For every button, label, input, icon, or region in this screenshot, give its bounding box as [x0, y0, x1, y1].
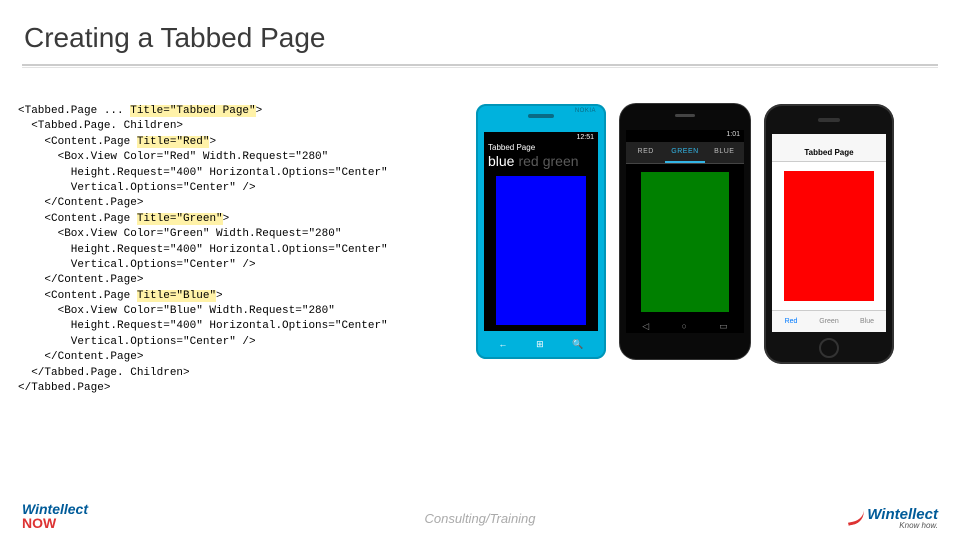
- wp-tab-red[interactable]: red: [518, 153, 538, 169]
- android-content-area: [626, 164, 744, 319]
- code-line: <Box.View Color="Blue" Width.Request="28…: [18, 305, 335, 317]
- slide-title-area: Creating a Tabbed Page: [0, 0, 960, 58]
- android-status-bar: 1:01: [626, 130, 744, 142]
- iphone-tab-red[interactable]: Red: [772, 311, 810, 332]
- code-highlight: Title="Green": [137, 213, 223, 225]
- wp-tab-blue[interactable]: blue: [488, 153, 514, 169]
- iphone-screen: Tabbed Page Red Green Blue: [772, 134, 886, 332]
- code-highlight: Title="Tabbed Page": [130, 105, 255, 117]
- code-line: Vertical.Options="Center" />: [18, 259, 256, 271]
- code-line: >: [209, 136, 216, 148]
- code-line: >: [256, 105, 263, 117]
- iphone-tab-blue[interactable]: Blue: [848, 311, 886, 332]
- phone-speaker: [528, 114, 554, 118]
- android-recent-icon[interactable]: ▭: [719, 321, 728, 332]
- wp-home-icon[interactable]: ⊞: [536, 339, 544, 350]
- code-block: <Tabbed.Page ... Title="Tabbed Page"> <T…: [18, 104, 458, 396]
- android-back-icon[interactable]: ◁: [642, 321, 649, 332]
- phone-screenshots: NOKIA 12:51 Tabbed Page bluered green ← ⊞…: [476, 104, 942, 364]
- android-tab-green[interactable]: GREEN: [665, 142, 704, 163]
- android-nav-bar: ◁ ○ ▭: [626, 319, 744, 333]
- code-line: </Tabbed.Page. Children>: [18, 367, 190, 379]
- footer-tagline: Consulting/Training: [424, 511, 535, 526]
- iphone-nav-title: Tabbed Page: [772, 144, 886, 162]
- code-line: <Content.Page: [18, 290, 137, 302]
- iphone-home-button[interactable]: [819, 338, 839, 358]
- iphone-mockup: Tabbed Page Red Green Blue: [764, 104, 894, 364]
- logo-text-wintellect: Wintellect: [22, 502, 88, 516]
- iphone-status-bar: [772, 134, 886, 144]
- wp-pivot-tabs: bluered green: [484, 152, 598, 171]
- phone-speaker: [675, 114, 695, 117]
- wp-nav-bar: ← ⊞ 🔍: [484, 337, 598, 351]
- wp-back-icon[interactable]: ←: [498, 339, 507, 349]
- android-home-icon[interactable]: ○: [681, 321, 686, 331]
- wp-page-title: Tabbed Page: [484, 141, 598, 152]
- iphone-tab-green[interactable]: Green: [810, 311, 848, 332]
- code-line: <Content.Page: [18, 213, 137, 225]
- phone-brand: NOKIA: [575, 108, 596, 114]
- code-line: <Box.View Color="Green" Width.Request="2…: [18, 228, 341, 240]
- phone-speaker: [818, 118, 840, 122]
- android-phone-mockup: 1:01 RED GREEN BLUE ◁ ○ ▭: [620, 104, 750, 359]
- code-line: >: [223, 213, 230, 225]
- android-tab-blue[interactable]: BLUE: [705, 142, 744, 163]
- code-line: Height.Request="400" Horizontal.Options=…: [18, 320, 388, 332]
- code-line: >: [216, 290, 223, 302]
- code-line: </Content.Page>: [18, 197, 143, 209]
- code-line: <Tabbed.Page ...: [18, 105, 130, 117]
- code-line: <Box.View Color="Red" Width.Request="280…: [18, 151, 328, 163]
- code-highlight: Title="Red": [137, 136, 210, 148]
- wintellect-logo: Wintellect Know how.: [847, 507, 938, 530]
- slide-title: Creating a Tabbed Page: [24, 22, 960, 54]
- wp-screen: 12:51 Tabbed Page bluered green: [484, 132, 598, 331]
- code-line: Vertical.Options="Center" />: [18, 182, 256, 194]
- logo-text-now: NOW: [22, 516, 88, 530]
- android-screen: 1:01 RED GREEN BLUE ◁ ○ ▭: [626, 130, 744, 333]
- android-content-boxview-green: [641, 172, 729, 312]
- code-line: Height.Request="400" Horizontal.Options=…: [18, 244, 388, 256]
- code-line: Vertical.Options="Center" />: [18, 336, 256, 348]
- iphone-tab-bar: Red Green Blue: [772, 310, 886, 332]
- code-line: </Content.Page>: [18, 351, 143, 363]
- wp-status-bar: 12:51: [484, 132, 598, 141]
- code-line: <Tabbed.Page. Children>: [18, 120, 183, 132]
- code-highlight: Title="Blue": [137, 290, 216, 302]
- code-line: <Content.Page: [18, 136, 137, 148]
- windows-phone-mockup: NOKIA 12:51 Tabbed Page bluered green ← ⊞…: [476, 104, 606, 359]
- wp-search-icon[interactable]: 🔍: [572, 339, 583, 350]
- android-tab-bar: RED GREEN BLUE: [626, 142, 744, 164]
- code-line: </Content.Page>: [18, 274, 143, 286]
- logo-text-wintellect-right: Wintellect: [847, 507, 938, 522]
- iphone-content-area: [772, 162, 886, 310]
- wintellect-now-logo: Wintellect NOW: [22, 502, 88, 530]
- iphone-content-boxview-red: [784, 171, 874, 301]
- slide-body: <Tabbed.Page ... Title="Tabbed Page"> <T…: [0, 68, 960, 396]
- swoosh-icon: [847, 511, 865, 521]
- code-line: Height.Request="400" Horizontal.Options=…: [18, 167, 388, 179]
- wp-content-boxview-blue: [496, 176, 586, 325]
- logo-tagline-knowhow: Know how.: [899, 522, 938, 530]
- slide-footer: Wintellect NOW Consulting/Training Winte…: [0, 502, 960, 530]
- code-line: </Tabbed.Page>: [18, 382, 110, 394]
- wp-tab-green[interactable]: green: [543, 153, 579, 169]
- android-tab-red[interactable]: RED: [626, 142, 665, 163]
